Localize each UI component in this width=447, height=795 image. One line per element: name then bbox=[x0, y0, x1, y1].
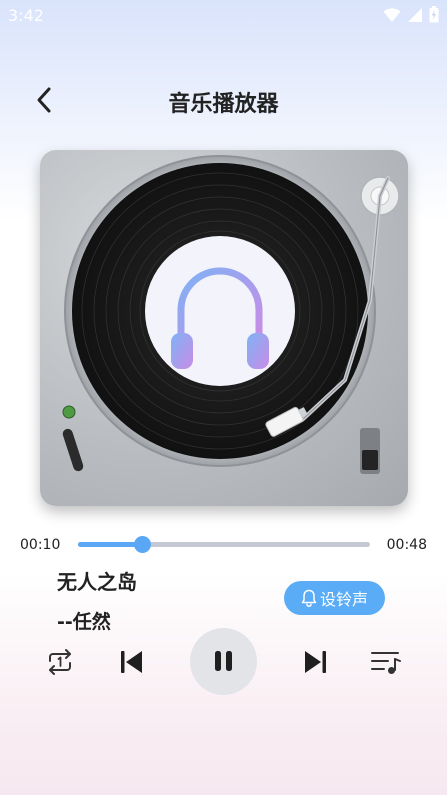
progress-row: 00:10 00:48 bbox=[0, 532, 447, 558]
header: 音乐播放器 bbox=[0, 80, 447, 120]
wifi-icon bbox=[383, 7, 401, 22]
bell-icon bbox=[301, 589, 317, 607]
next-track-icon bbox=[305, 651, 326, 673]
song-title: 无人之岛 bbox=[57, 570, 137, 594]
battery-icon bbox=[429, 6, 439, 23]
status-bar: 3:42 bbox=[0, 0, 447, 32]
set-ringtone-label: 设铃声 bbox=[319, 590, 368, 609]
page-title: 音乐播放器 bbox=[168, 92, 279, 117]
playlist-button[interactable] bbox=[370, 648, 402, 676]
turntable-artwork bbox=[40, 150, 408, 506]
status-icons bbox=[383, 6, 439, 23]
previous-track-icon bbox=[121, 651, 142, 673]
next-button[interactable] bbox=[302, 648, 328, 676]
set-ringtone-button[interactable]: 设铃声 bbox=[284, 581, 385, 615]
progress-fill bbox=[78, 542, 143, 547]
previous-button[interactable] bbox=[119, 648, 145, 676]
signal-icon bbox=[408, 7, 422, 22]
progress-slider[interactable] bbox=[78, 536, 370, 553]
playlist-icon bbox=[371, 652, 401, 674]
total-time: 00:48 bbox=[386, 537, 427, 553]
pause-icon bbox=[215, 651, 232, 671]
play-pause-button[interactable] bbox=[190, 628, 257, 695]
repeat-one-icon bbox=[49, 649, 71, 675]
progress-thumb[interactable] bbox=[134, 536, 152, 553]
current-time: 00:10 bbox=[20, 537, 61, 553]
vinyl-turntable-illustration bbox=[62, 155, 400, 474]
status-time: 3:42 bbox=[8, 6, 44, 25]
playback-controls bbox=[0, 628, 447, 698]
repeat-button[interactable] bbox=[45, 648, 75, 676]
